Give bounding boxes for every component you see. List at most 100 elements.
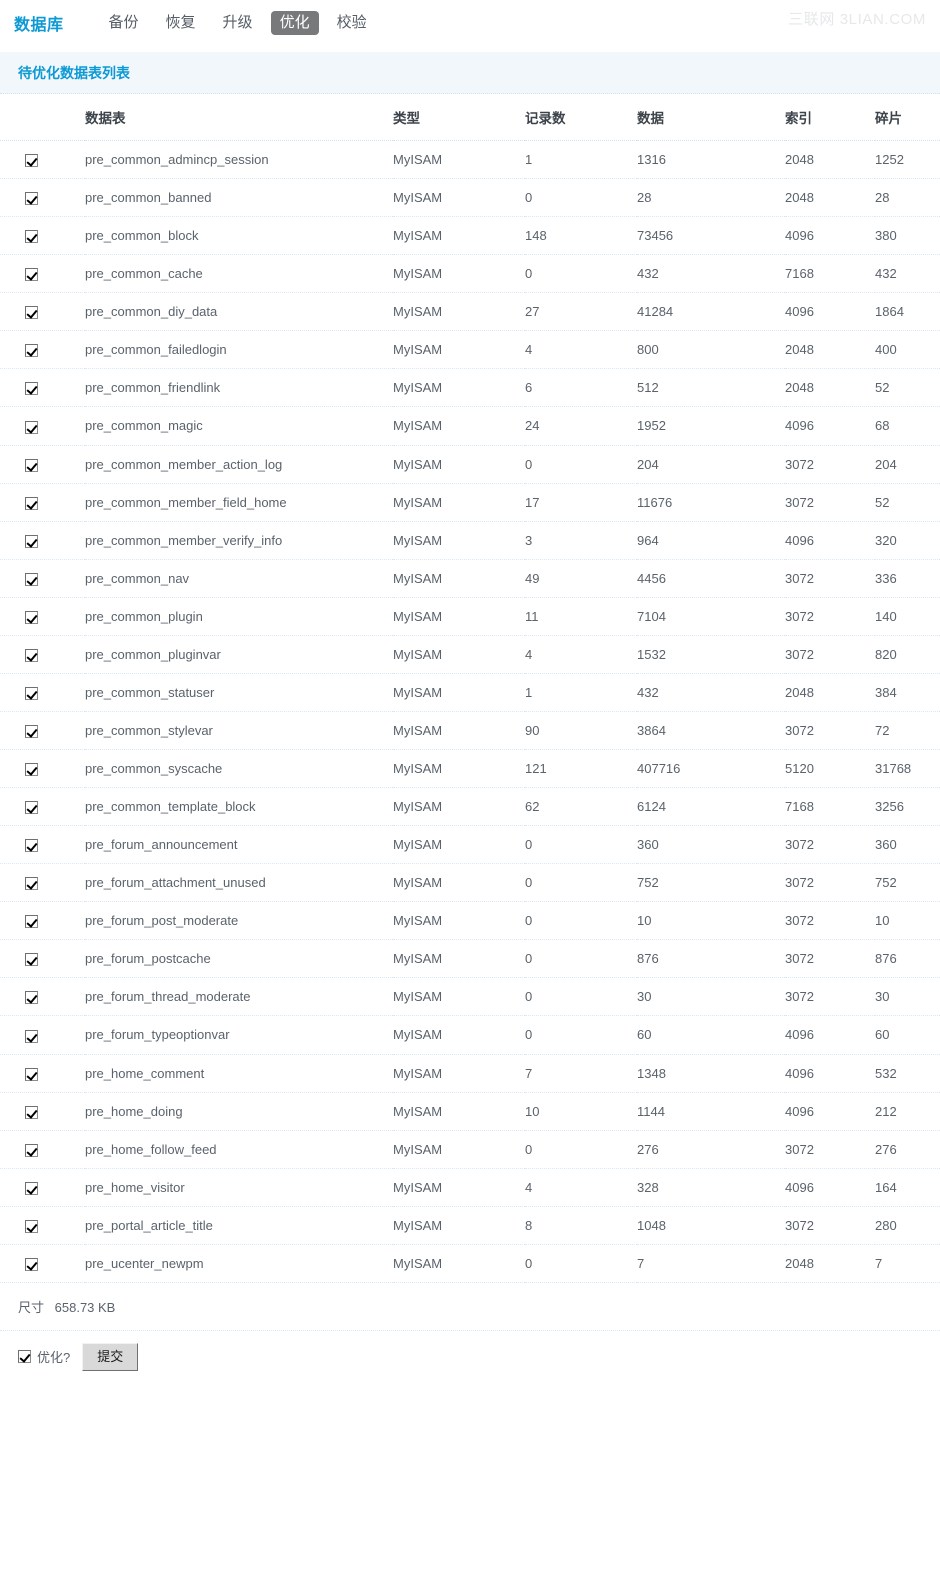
row-checkbox[interactable] bbox=[25, 1219, 38, 1233]
table-header-row: 数据表 类型 记录数 数据 索引 碎片 bbox=[0, 94, 940, 141]
nav-tab-restore[interactable]: 恢复 bbox=[157, 11, 205, 35]
cell-records: 8 bbox=[525, 1206, 637, 1245]
cell-data: 360 bbox=[637, 825, 785, 865]
nav-tab-backup[interactable]: 备份 bbox=[100, 11, 148, 35]
table-row: pre_common_template_block MyISAM 62 6124 716… bbox=[0, 787, 940, 827]
row-checkbox[interactable] bbox=[25, 763, 38, 777]
row-checkbox[interactable] bbox=[25, 991, 38, 1005]
row-checkbox[interactable] bbox=[25, 877, 38, 891]
row-checkbox[interactable] bbox=[25, 268, 38, 282]
cell-data: 432 bbox=[637, 673, 785, 712]
cell-data: 4456 bbox=[637, 559, 785, 598]
cell-fragment: 876 bbox=[875, 939, 940, 979]
row-checkbox[interactable] bbox=[25, 1181, 38, 1195]
row-checkbox[interactable] bbox=[25, 915, 38, 929]
cell-table-name: pre_home_visitor bbox=[85, 1168, 393, 1207]
row-checkbox[interactable] bbox=[25, 534, 38, 548]
cell-data: 11676 bbox=[637, 483, 785, 522]
cell-data: 1144 bbox=[637, 1092, 785, 1131]
row-select-cell bbox=[0, 559, 85, 598]
row-checkbox[interactable] bbox=[25, 648, 38, 662]
cell-records: 0 bbox=[525, 863, 637, 903]
row-checkbox[interactable] bbox=[25, 420, 38, 434]
table-row: pre_common_magic MyISAM 24 1952 4096 68 bbox=[0, 406, 940, 446]
cell-index: 3072 bbox=[785, 559, 875, 598]
row-checkbox[interactable] bbox=[25, 801, 38, 815]
cell-records: 0 bbox=[525, 1015, 637, 1055]
submit-button[interactable]: 提交 bbox=[82, 1342, 139, 1371]
table-row: pre_common_statuser MyISAM 1 432 2048 384 bbox=[0, 673, 940, 712]
row-checkbox[interactable] bbox=[25, 230, 38, 244]
cell-fragment: 204 bbox=[875, 445, 940, 484]
cell-records: 4 bbox=[525, 330, 637, 370]
row-checkbox[interactable] bbox=[25, 306, 38, 320]
panel-title-text: 待优化数据表列表 bbox=[18, 65, 130, 81]
row-checkbox[interactable] bbox=[25, 953, 38, 967]
row-checkbox[interactable] bbox=[25, 1143, 38, 1157]
cell-index: 3072 bbox=[785, 977, 875, 1017]
cell-table-name: pre_common_failedlogin bbox=[85, 330, 393, 370]
cell-data: 7 bbox=[637, 1244, 785, 1283]
optimize-checkbox[interactable] bbox=[18, 1350, 31, 1364]
submit-bar: 优化? 提交 bbox=[0, 1331, 940, 1371]
cell-data: 1348 bbox=[637, 1054, 785, 1093]
row-select-cell bbox=[0, 406, 85, 446]
row-checkbox[interactable] bbox=[25, 610, 38, 624]
cell-records: 10 bbox=[525, 1092, 637, 1131]
cell-index: 2048 bbox=[785, 330, 875, 370]
row-checkbox[interactable] bbox=[25, 496, 38, 510]
cell-data: 28 bbox=[637, 178, 785, 218]
row-checkbox[interactable] bbox=[25, 686, 38, 700]
cell-fragment: 31768 bbox=[875, 749, 940, 789]
row-checkbox[interactable] bbox=[25, 1105, 38, 1119]
cell-index: 3072 bbox=[785, 711, 875, 751]
row-checkbox[interactable] bbox=[25, 572, 38, 586]
row-checkbox[interactable] bbox=[25, 344, 38, 358]
cell-fragment: 52 bbox=[875, 368, 940, 408]
cell-fragment: 1252 bbox=[875, 140, 940, 180]
column-header-type: 类型 bbox=[393, 94, 525, 141]
cell-records: 1 bbox=[525, 673, 637, 712]
row-select-cell bbox=[0, 597, 85, 636]
row-checkbox[interactable] bbox=[25, 154, 38, 168]
row-select-cell bbox=[0, 1130, 85, 1169]
optimize-checkbox-label: 优化? bbox=[37, 1350, 71, 1366]
cell-records: 90 bbox=[525, 711, 637, 751]
row-checkbox[interactable] bbox=[25, 382, 38, 396]
cell-type: MyISAM bbox=[393, 445, 525, 484]
nav-tab-verify[interactable]: 校验 bbox=[328, 11, 376, 35]
cell-type: MyISAM bbox=[393, 673, 525, 712]
cell-fragment: 7 bbox=[875, 1244, 940, 1283]
cell-data: 1952 bbox=[637, 406, 785, 446]
row-select-cell bbox=[0, 1168, 85, 1207]
cell-table-name: pre_forum_typeoptionvar bbox=[85, 1015, 393, 1055]
cell-table-name: pre_common_template_block bbox=[85, 787, 393, 827]
row-checkbox[interactable] bbox=[25, 725, 38, 738]
cell-records: 0 bbox=[525, 445, 637, 484]
nav-tab-upgrade[interactable]: 升级 bbox=[214, 11, 262, 35]
row-checkbox[interactable] bbox=[25, 839, 38, 853]
cell-table-name: pre_common_syscache bbox=[85, 749, 393, 789]
cell-index: 2048 bbox=[785, 1244, 875, 1283]
cell-type: MyISAM bbox=[393, 825, 525, 865]
cell-fragment: 820 bbox=[875, 635, 940, 674]
cell-records: 11 bbox=[525, 597, 637, 636]
row-checkbox[interactable] bbox=[25, 1029, 38, 1043]
cell-table-name: pre_common_stylevar bbox=[85, 711, 393, 751]
row-checkbox[interactable] bbox=[25, 192, 38, 206]
row-checkbox[interactable] bbox=[25, 458, 38, 472]
cell-table-name: pre_common_plugin bbox=[85, 597, 393, 636]
cell-index: 2048 bbox=[785, 673, 875, 712]
table-row: pre_forum_attachment_unused MyISAM 0 752 307… bbox=[0, 863, 940, 903]
row-checkbox[interactable] bbox=[25, 1067, 38, 1081]
nav-tab-optimize[interactable]: 优化 bbox=[270, 11, 319, 35]
cell-data: 10 bbox=[637, 901, 785, 941]
table-row: pre_forum_thread_moderate MyISAM 0 30 3072 30 bbox=[0, 977, 940, 1017]
row-select-cell bbox=[0, 483, 85, 522]
cell-data: 512 bbox=[637, 368, 785, 408]
cell-type: MyISAM bbox=[393, 1092, 525, 1131]
row-checkbox[interactable] bbox=[25, 1257, 38, 1271]
cell-type: MyISAM bbox=[393, 559, 525, 598]
cell-index: 3072 bbox=[785, 597, 875, 636]
row-select-cell bbox=[0, 977, 85, 1017]
